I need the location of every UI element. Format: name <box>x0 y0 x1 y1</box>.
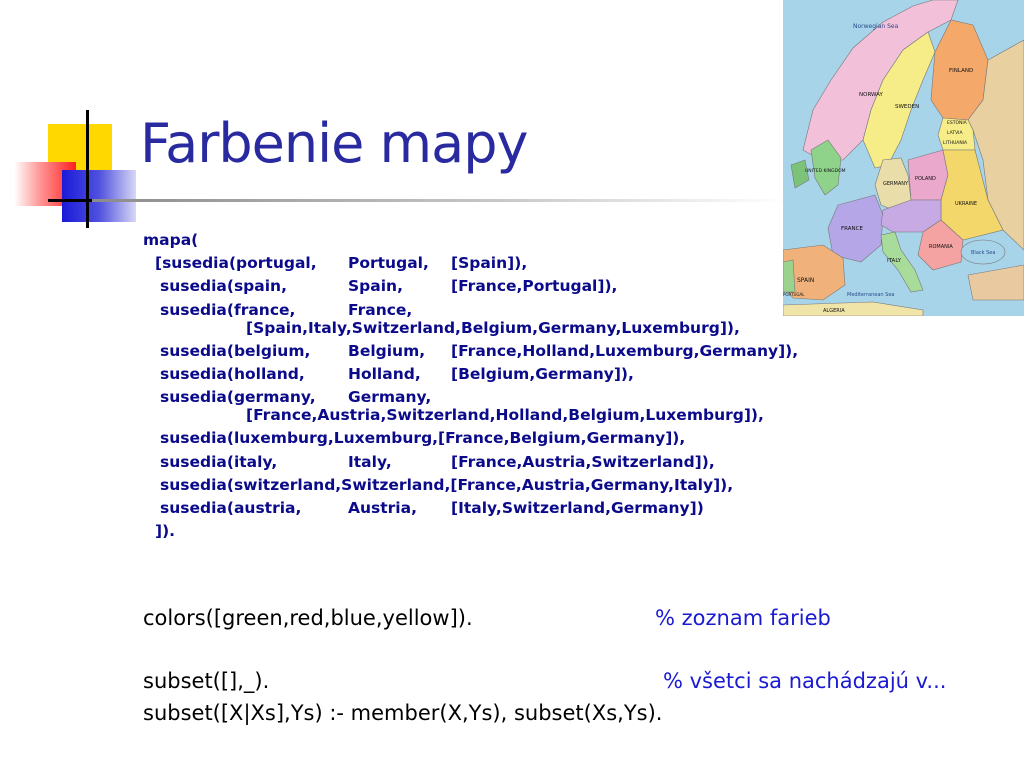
map-label-uk: UNITED KINGDOM <box>805 168 846 174</box>
map-label-mediterranean: Mediterranean Sea <box>847 292 894 298</box>
decor-vertical-line <box>86 110 89 228</box>
map-label-germany: GERMANY <box>883 181 909 187</box>
subset-base-rule: subset([],_). <box>143 669 270 693</box>
map-label-france: FRANCE <box>841 226 863 232</box>
map-label-black-sea: Black Sea <box>971 250 995 256</box>
map-label-spain: SPAIN <box>797 277 814 284</box>
colors-fact: colors([green,red,blue,yellow]). <box>143 606 473 630</box>
map-label-estonia: ESTONIA <box>947 120 968 126</box>
map-label-algeria: ALGERIA <box>823 308 845 314</box>
europe-map-image: Norwegian Sea FINLAND NORWAY SWEDEN ESTO… <box>783 0 1024 316</box>
decor-blue-square <box>62 170 136 222</box>
map-label-lithuania: LITHUANIA <box>943 140 968 146</box>
map-label-norwegian-sea: Norwegian Sea <box>853 23 899 30</box>
decor-horizontal-line <box>48 199 92 202</box>
map-label-romania: ROMANIA <box>929 244 953 250</box>
subset-recursive-rule: subset([X|Xs],Ys) :- member(X,Ys), subse… <box>143 701 663 725</box>
map-label-finland: FINLAND <box>949 68 973 74</box>
title-underline <box>88 199 788 202</box>
map-label-poland: POLAND <box>915 176 936 182</box>
map-label-italy: ITALY <box>887 258 902 264</box>
map-label-ukraine: UKRAINE <box>955 201 977 207</box>
slide-title: Farbenie mapy <box>140 112 528 175</box>
map-label-norway: NORWAY <box>859 92 884 98</box>
subset-comment: % všetci sa nachádzajú v... <box>663 669 947 693</box>
colors-comment: % zoznam farieb <box>655 606 831 630</box>
map-label-sweden: SWEDEN <box>895 104 919 110</box>
map-label-latvia: LATVIA <box>947 130 963 136</box>
map-label-portugal: PORTUGAL <box>783 292 805 297</box>
